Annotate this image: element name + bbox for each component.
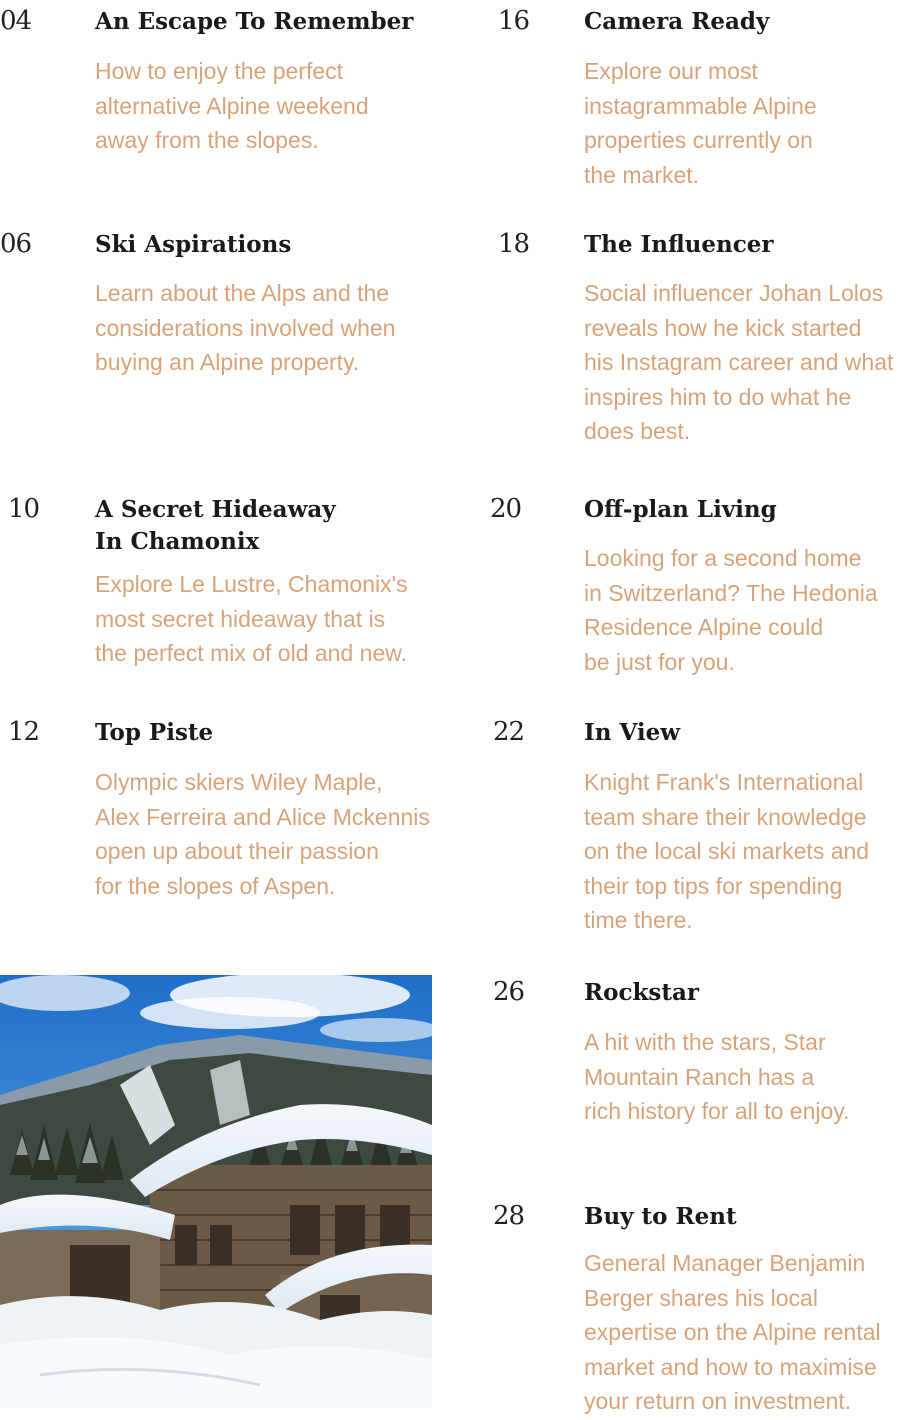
toc-entry-22[interactable]: 22 In View Knight Frank's International … bbox=[490, 717, 908, 942]
article-title[interactable]: An Escape To Remember bbox=[95, 6, 413, 38]
toc-entry-10[interactable]: 10 A Secret Hideaway In Chamonix Explore… bbox=[0, 494, 440, 674]
toc-entry-04[interactable]: 04 An Escape To Remember How to enjoy th… bbox=[0, 6, 440, 156]
article-description: Learn about the Alps and the considerati… bbox=[95, 280, 396, 375]
page-number: 20 bbox=[490, 494, 522, 524]
article-description: Explore our most instagrammable Alpine p… bbox=[584, 58, 817, 188]
page-number: 18 bbox=[498, 229, 530, 259]
toc-entry-20[interactable]: 20 Off-plan Living Looking for a second … bbox=[490, 494, 908, 684]
article-description: Looking for a second home in Switzerland… bbox=[584, 545, 878, 675]
toc-entry-28[interactable]: 28 Buy to Rent General Manager Benjamin … bbox=[490, 1201, 908, 1416]
toc-entry-12[interactable]: 12 Top Piste Olympic skiers Wiley Maple,… bbox=[0, 717, 440, 907]
article-description: A hit with the stars, Star Mountain Ranc… bbox=[584, 1029, 850, 1124]
article-title[interactable]: A Secret Hideaway In Chamonix bbox=[95, 494, 336, 558]
article-description: Social influencer Johan Lolos reveals ho… bbox=[584, 280, 894, 444]
article-description: General Manager Benjamin Berger shares h… bbox=[584, 1250, 881, 1414]
page-number: 12 bbox=[8, 717, 40, 747]
toc-entry-16[interactable]: 16 Camera Ready Explore our most instagr… bbox=[490, 6, 908, 196]
article-description: Olympic skiers Wiley Maple, Alex Ferreir… bbox=[95, 769, 430, 899]
article-title[interactable]: Buy to Rent bbox=[584, 1201, 737, 1233]
page-number: 16 bbox=[498, 6, 530, 36]
page-number: 28 bbox=[493, 1201, 525, 1231]
article-description: How to enjoy the perfect alternative Alp… bbox=[95, 58, 369, 153]
article-description: Explore Le Lustre, Chamonix's most secre… bbox=[95, 571, 408, 666]
page-number: 06 bbox=[0, 229, 32, 259]
page-number: 26 bbox=[493, 977, 525, 1007]
article-description: Knight Frank's International team share … bbox=[584, 769, 870, 933]
article-title[interactable]: Ski Aspirations bbox=[95, 229, 291, 261]
toc-entry-06[interactable]: 06 Ski Aspirations Learn about the Alps … bbox=[0, 229, 440, 379]
page-number: 04 bbox=[0, 6, 32, 36]
toc-entry-26[interactable]: 26 Rockstar A hit with the stars, Star M… bbox=[490, 977, 908, 1127]
page-number: 10 bbox=[8, 494, 40, 524]
article-title[interactable]: Camera Ready bbox=[584, 6, 769, 38]
article-title[interactable]: Off-plan Living bbox=[584, 494, 777, 526]
toc-entry-18[interactable]: 18 The Influencer Social influencer Joha… bbox=[490, 229, 908, 454]
article-title[interactable]: In View bbox=[584, 717, 680, 749]
article-title[interactable]: Rockstar bbox=[584, 977, 699, 1009]
chalet-photo bbox=[0, 975, 432, 1408]
page-number: 22 bbox=[493, 717, 525, 747]
article-title[interactable]: Top Piste bbox=[95, 717, 213, 749]
article-title[interactable]: The Influencer bbox=[584, 229, 774, 261]
